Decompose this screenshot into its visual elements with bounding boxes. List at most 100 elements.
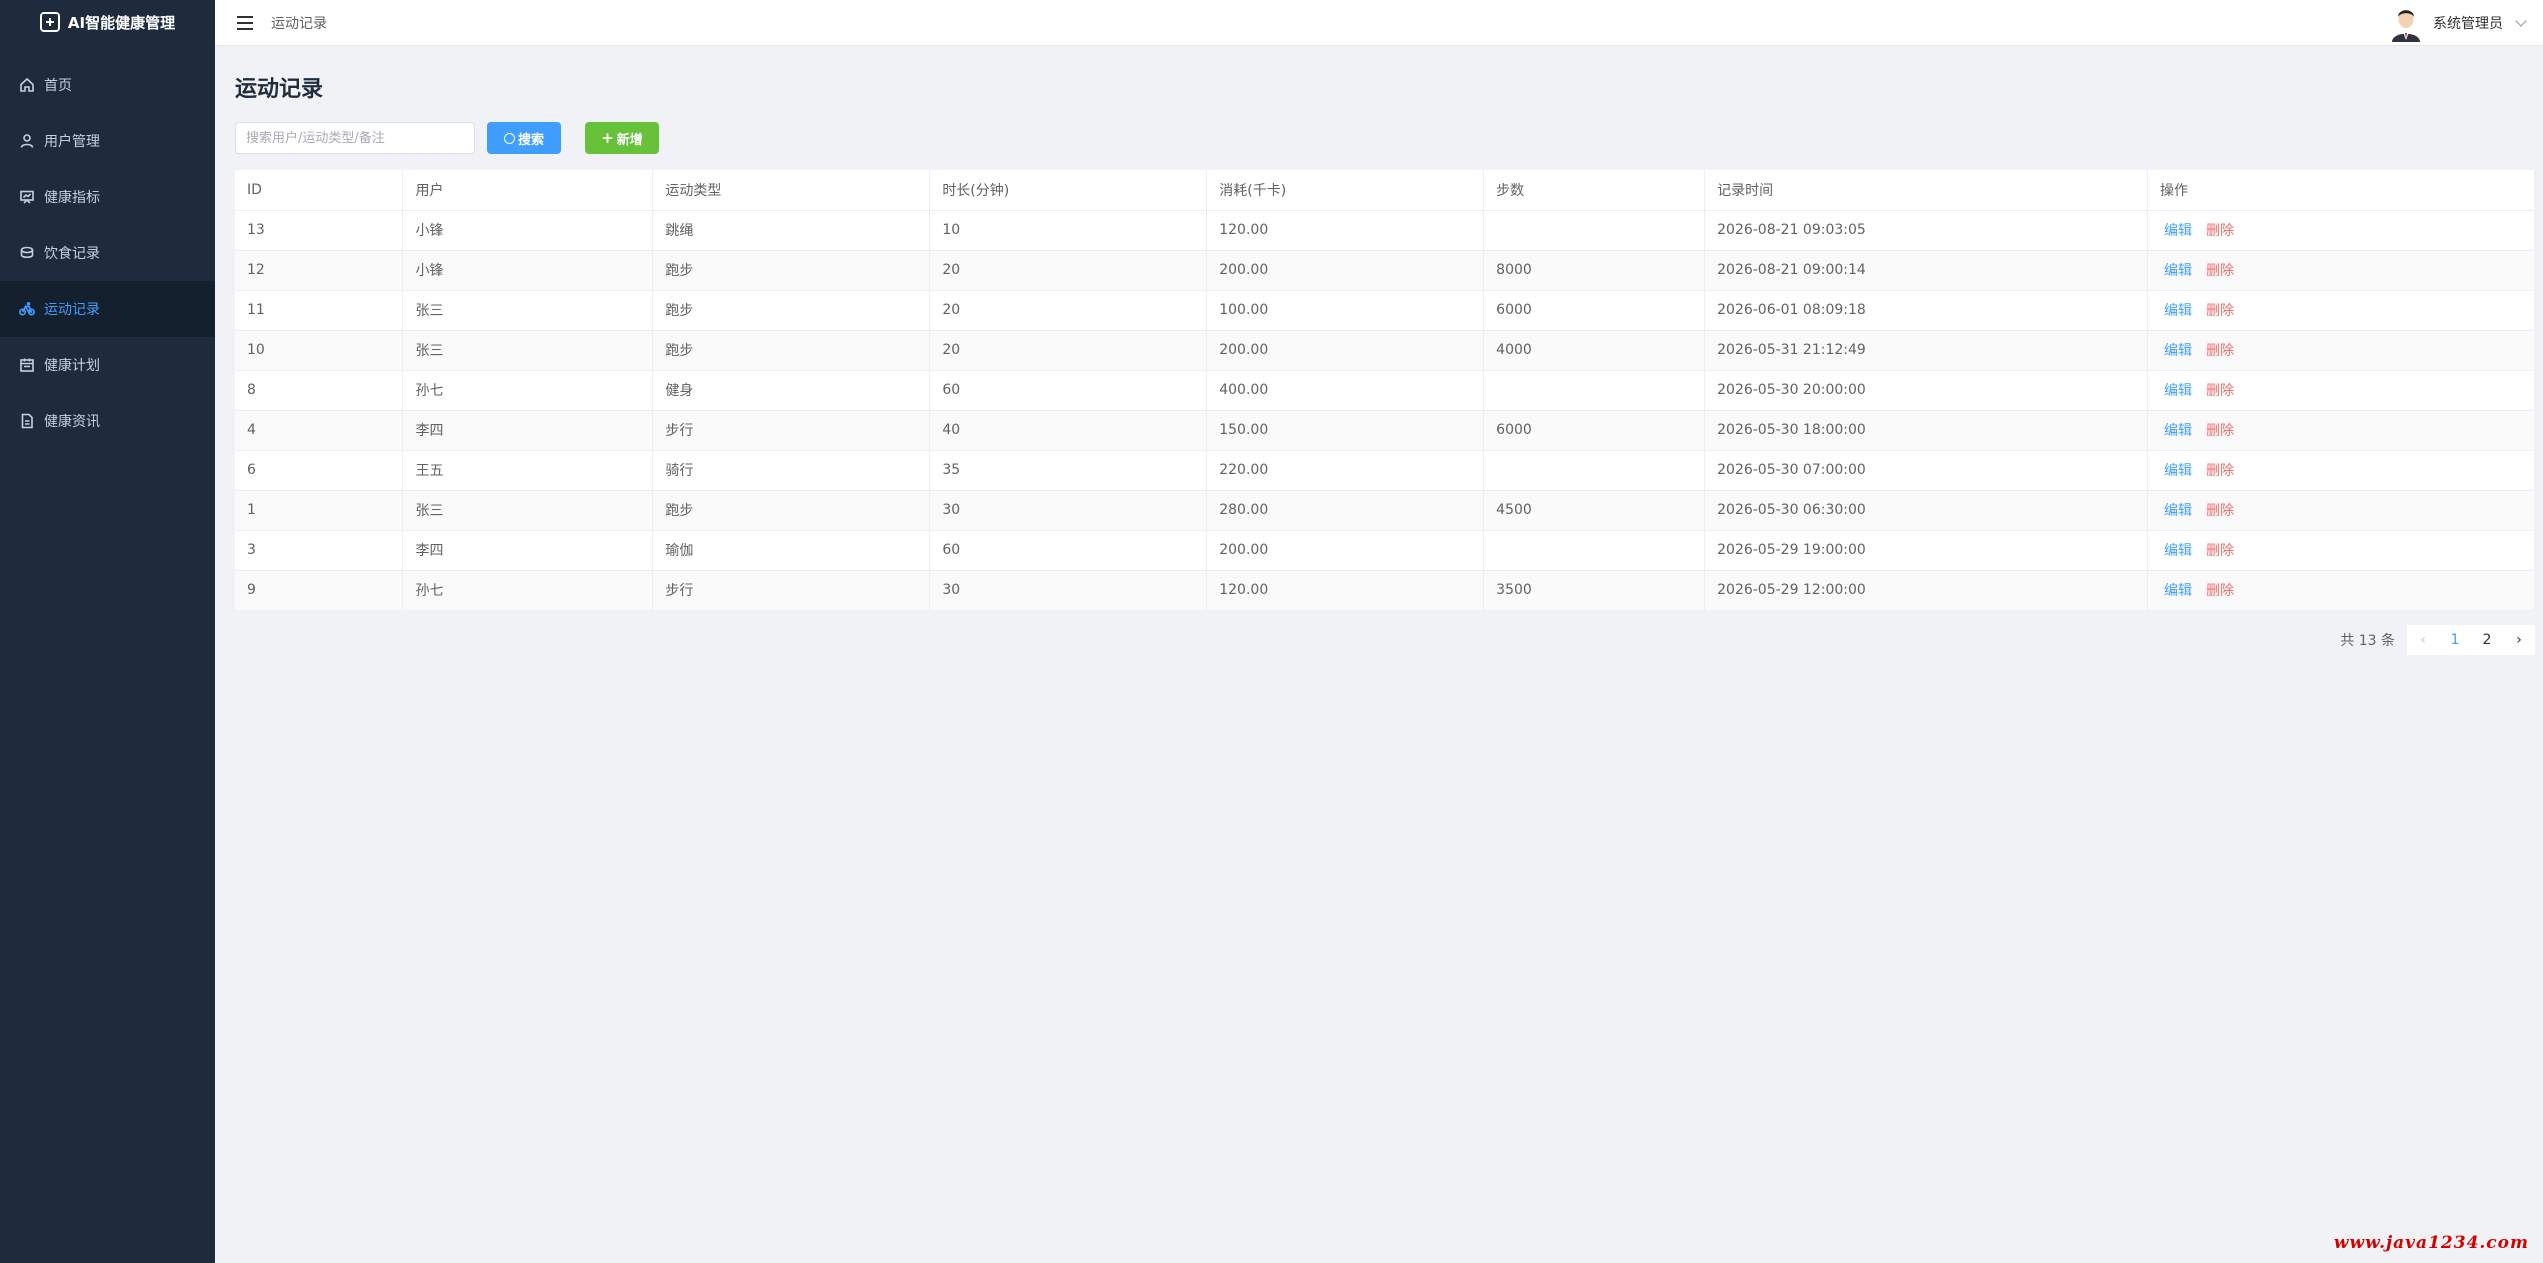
edit-button[interactable]: 编辑 — [2164, 383, 2192, 399]
edit-button[interactable]: 编辑 — [2164, 263, 2192, 279]
delete-button[interactable]: 删除 — [2206, 343, 2234, 359]
table-cell-record-time: 2026-05-30 20:00:00 — [1704, 370, 2149, 411]
table-row: 4 李四 步行 40 150.00 6000 2026-05-30 18:00:00 编辑 删除 — [235, 410, 2535, 451]
table-cell-duration: 60 — [929, 370, 1208, 411]
document-icon — [21, 413, 33, 429]
delete-button[interactable]: 删除 — [2206, 423, 2234, 439]
table-cell-steps: 6000 — [1483, 290, 1706, 331]
table-cell-user: 孙七 — [402, 570, 654, 611]
sidebar-item-diet-records[interactable]: 饮食记录 — [0, 225, 215, 281]
delete-button[interactable]: 删除 — [2206, 383, 2234, 399]
table-cell-exercise-type: 跑步 — [652, 290, 931, 331]
sidebar-item-exercise-records[interactable]: 运动记录 — [0, 281, 215, 337]
table-cell-record-time: 2026-05-30 07:00:00 — [1704, 450, 2149, 491]
sidebar-item-home[interactable]: 首页 — [0, 57, 215, 113]
table-header-col-actions: 操作 — [2147, 170, 2535, 211]
add-button[interactable]: + 新增 — [585, 122, 659, 154]
table-cell-user: 小锋 — [402, 250, 654, 291]
table-cell-steps: 6000 — [1483, 410, 1706, 451]
table-cell-steps — [1483, 370, 1706, 411]
breadcrumb: 运动记录 — [271, 15, 327, 32]
delete-button[interactable]: 删除 — [2206, 583, 2234, 599]
search-input[interactable] — [235, 122, 475, 154]
table-cell-calories: 120.00 — [1206, 570, 1485, 611]
table-cell-actions: 编辑 删除 — [2147, 570, 2535, 611]
table-cell-record-time: 2026-06-01 08:09:18 — [1704, 290, 2149, 331]
home-icon — [20, 77, 34, 92]
user-dropdown[interactable]: 系统管理员 — [2389, 0, 2527, 46]
table-cell-calories: 200.00 — [1206, 250, 1485, 291]
app-logo[interactable]: AI智能健康管理 — [0, 0, 215, 44]
edit-button[interactable]: 编辑 — [2164, 543, 2192, 559]
table-cell-steps: 3500 — [1483, 570, 1706, 611]
table-cell-actions: 编辑 删除 — [2147, 370, 2535, 411]
table-cell-user: 小锋 — [402, 210, 654, 251]
main-content: 运动记录 搜索 + 新增 ID用户运动类型时长(分钟)消耗(千卡)步数记录时间操… — [235, 46, 2535, 655]
edit-button[interactable]: 编辑 — [2164, 223, 2192, 239]
plus-icon: + — [601, 128, 614, 147]
table-cell-steps — [1483, 530, 1706, 571]
page-number[interactable]: 1 — [2439, 625, 2471, 655]
sidebar-item-users[interactable]: 用户管理 — [0, 113, 215, 169]
pager: ‹ 1 2 › — [2407, 624, 2535, 655]
table-cell-id: 6 — [235, 450, 404, 491]
pagination-total: 共 13 条 — [2340, 632, 2395, 649]
delete-button[interactable]: 删除 — [2206, 543, 2234, 559]
sidebar-item-health-news[interactable]: 健康资讯 — [0, 393, 215, 449]
next-page-icon[interactable]: › — [2503, 625, 2535, 655]
sidebar-item-label: 运动记录 — [44, 302, 100, 318]
table-cell-steps: 4500 — [1483, 490, 1706, 531]
table-row: 8 孙七 健身 60 400.00 2026-05-30 20:00:00 编辑 删除 — [235, 370, 2535, 411]
table-cell-actions: 编辑 删除 — [2147, 530, 2535, 571]
table-row: 10 张三 跑步 20 200.00 4000 2026-05-31 21:12:49 编辑删… — [235, 330, 2535, 371]
table-cell-user: 李四 — [402, 530, 654, 571]
edit-button[interactable]: 编辑 — [2164, 463, 2192, 479]
table-cell-duration: 20 — [929, 290, 1208, 331]
prev-page-icon[interactable]: ‹ — [2407, 625, 2439, 655]
calendar-icon — [20, 358, 34, 372]
delete-button[interactable]: 删除 — [2206, 503, 2234, 519]
table-cell-record-time: 2026-08-21 09:03:05 — [1704, 210, 2149, 251]
edit-button[interactable]: 编辑 — [2164, 343, 2192, 359]
table-cell-duration: 20 — [929, 330, 1208, 371]
page-number[interactable]: 2 — [2471, 625, 2503, 655]
table-cell-id: 8 — [235, 370, 404, 411]
table-cell-duration: 30 — [929, 490, 1208, 531]
table-cell-exercise-type: 步行 — [652, 570, 931, 611]
sidebar-item-label: 用户管理 — [44, 134, 100, 150]
search-button[interactable]: 搜索 — [487, 122, 561, 154]
edit-button[interactable]: 编辑 — [2164, 503, 2192, 519]
watermark: www.java1234.com — [2333, 1233, 2529, 1253]
menu-toggle-icon[interactable] — [237, 15, 253, 30]
table-cell-actions: 编辑 删除 — [2147, 410, 2535, 451]
top-header: 运动记录 系统管理员 — [215, 0, 2543, 46]
table-cell-steps: 4000 — [1483, 330, 1706, 371]
sidebar: AI智能健康管理 首页 用户管理 健康指标 饮食记录 运动记录 健康计划 健康资… — [0, 0, 215, 1263]
edit-button[interactable]: 编辑 — [2164, 423, 2192, 439]
table-header-col-calories: 消耗(千卡) — [1206, 170, 1485, 211]
edit-button[interactable]: 编辑 — [2164, 583, 2192, 599]
search-icon — [503, 132, 515, 144]
table-cell-exercise-type: 跑步 — [652, 250, 931, 291]
edit-button[interactable]: 编辑 — [2164, 303, 2192, 319]
table-cell-exercise-type: 跑步 — [652, 330, 931, 371]
table-cell-calories: 200.00 — [1206, 530, 1485, 571]
table-cell-calories: 280.00 — [1206, 490, 1485, 531]
sidebar-item-label: 饮食记录 — [44, 246, 100, 262]
table-cell-duration: 20 — [929, 250, 1208, 291]
toolbar: 搜索 + 新增 — [235, 122, 2535, 154]
delete-button[interactable]: 删除 — [2206, 223, 2234, 239]
table-header-col-exercise-type: 运动类型 — [652, 170, 931, 211]
sidebar-item-health-metrics[interactable]: 健康指标 — [0, 169, 215, 225]
sidebar-menu: 首页 用户管理 健康指标 饮食记录 运动记录 健康计划 健康资讯 — [0, 57, 215, 449]
table-cell-id: 10 — [235, 330, 404, 371]
table-cell-record-time: 2026-05-29 12:00:00 — [1704, 570, 2149, 611]
table-cell-steps — [1483, 210, 1706, 251]
sidebar-item-health-plans[interactable]: 健康计划 — [0, 337, 215, 393]
table-cell-id: 12 — [235, 250, 404, 291]
delete-button[interactable]: 删除 — [2206, 463, 2234, 479]
delete-button[interactable]: 删除 — [2206, 303, 2234, 319]
table-header-row: ID 用户 运动类型 时长(分钟) 消耗(千卡) 步数 记录时间 操作 — [235, 170, 2535, 211]
table-cell-id: 11 — [235, 290, 404, 331]
delete-button[interactable]: 删除 — [2206, 263, 2234, 279]
